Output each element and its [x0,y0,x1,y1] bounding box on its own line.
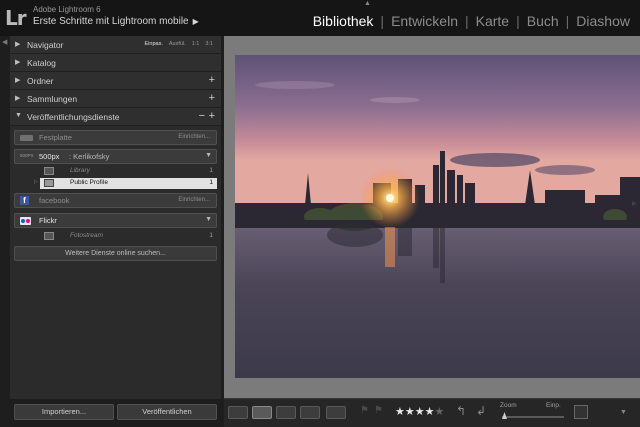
crop-icon[interactable] [574,405,588,419]
import-button[interactable]: Importieren... [14,404,114,420]
panel-label: Sammlungen [27,94,78,104]
hard-drive-icon [20,135,33,141]
expand-triangle-icon: ▶ [15,41,21,48]
collection-count: 1 [209,232,213,239]
collection-icon [44,167,54,175]
module-buch[interactable]: Buch [525,13,561,29]
panel-header-publish-services[interactable]: ▼ Veröffentlichungsdienste − + [10,108,221,126]
add-collection-plus-icon[interactable]: + [209,92,215,104]
city-sunset-photo [235,55,640,378]
module-diashow[interactable]: Diashow [574,13,632,29]
compare-view-icon[interactable] [276,406,296,419]
collection-icon [44,232,54,240]
rating-stars-filled: ★★★★ [395,406,435,418]
service-flickr[interactable]: Flickr ▼ [14,213,217,228]
left-panel: ▶ Navigator Einpas. Ausfül. 1:1 3:1 ▶ Ka… [10,36,221,427]
module-separator: | [380,13,385,29]
collapse-right-panel-icon[interactable]: ▶ [632,200,637,207]
toolbar-menu-triangle-icon[interactable]: ▼ [620,409,627,416]
publish-services-list: Festplatte Einrichten... 500PX 500px : K… [10,126,221,269]
service-name: Flickr [39,216,57,225]
collection-library[interactable]: Library 1 [40,166,217,177]
collection-name: Library [70,167,90,174]
collapse-left-panel-icon[interactable]: ◀ [2,38,7,46]
nav-mode-fill[interactable]: Ausfül. [169,41,186,47]
publish-button[interactable]: Veröffentlichen [117,404,217,420]
collection-count: 1 [209,167,213,174]
collection-fotostream[interactable]: Fotostream 1 [40,231,217,242]
survey-view-icon[interactable] [300,406,320,419]
add-folder-plus-icon[interactable]: + [209,74,215,86]
module-separator: | [565,13,570,29]
remove-minus-icon[interactable]: − [199,110,205,122]
zoom-slider[interactable] [502,416,564,418]
zoom-value: Einp. [546,402,561,409]
rotate-left-icon[interactable]: ↰ [456,404,466,418]
lightroom-logo: Lr [5,6,27,30]
panel-header-ordner[interactable]: ▶ Ordner + [10,72,221,90]
service-name: Festplatte [39,133,72,142]
dropdown-triangle-icon[interactable]: ▼ [205,216,212,223]
find-more-services-button[interactable]: Weitere Dienste online suchen... [14,246,217,261]
facebook-icon: f [20,196,29,205]
zoom-label: Zoom [500,402,517,409]
photo-loupe[interactable] [235,55,640,378]
module-entwickeln[interactable]: Entwickeln [389,13,460,29]
module-bibliothek[interactable]: Bibliothek [311,13,376,29]
people-view-icon[interactable] [326,406,346,419]
setup-festplatte-link[interactable]: Einrichten... [178,134,210,140]
collection-icon [44,179,54,187]
service-name: facebook [39,196,70,205]
loupe-view-icon[interactable] [252,406,272,419]
panel-header-katalog[interactable]: ▶ Katalog [10,54,221,72]
setup-facebook-link[interactable]: Einrichten... [178,197,210,203]
collection-count: 1 [209,179,213,186]
service-facebook[interactable]: f facebook Einrichten... [14,193,217,208]
panel-label: Katalog [27,58,56,68]
flag-icon[interactable]: ⚑ [360,405,369,416]
flickr-icon [20,217,31,225]
expand-triangle-icon: ▶ [15,77,21,84]
star-rating[interactable]: ★★★★★ [395,405,444,418]
expand-caret-icon[interactable]: ▷ [34,179,38,185]
500px-logo-icon: 500PX [20,153,34,158]
service-festplatte[interactable]: Festplatte Einrichten... [14,130,217,145]
collection-name: Fotostream [70,232,103,239]
app-name: Adobe Lightroom 6 [33,5,101,14]
module-picker: Bibliothek | Entwickeln | Karte | Buch |… [311,13,632,29]
collection-name: Public Profile [70,179,108,186]
expand-triangle-icon: ▶ [15,95,21,102]
activity-center-title[interactable]: Erste Schritte mit Lightroom mobile ▶ [33,16,199,27]
dropdown-triangle-icon[interactable]: ▼ [205,152,212,159]
service-user: : Kerlikofsky [69,152,110,161]
service-500px[interactable]: 500PX 500px : Kerlikofsky ▼ [14,149,217,164]
reject-flag-icon[interactable]: ⚑ [374,405,383,416]
expand-triangle-icon: ▶ [15,59,21,66]
nav-mode-fit[interactable]: Einpas. [145,41,163,47]
panel-header-navigator[interactable]: ▶ Navigator Einpas. Ausfül. 1:1 3:1 [10,36,221,54]
nav-mode-1-1[interactable]: 1:1 [192,41,200,47]
panel-label: Veröffentlichungsdienste [27,112,120,122]
panel-label: Navigator [27,40,64,50]
module-separator: | [516,13,520,29]
play-triangle-icon[interactable]: ▶ [193,17,199,26]
collapse-top-panel-icon[interactable]: ▲ [364,0,371,7]
collection-public-profile[interactable]: ▷ Public Profile 1 [34,178,217,189]
collapse-triangle-icon: ▼ [15,112,22,119]
identity-plate: Lr Adobe Lightroom 6 Erste Schritte mit … [0,0,640,36]
grid-view-icon[interactable] [228,406,248,419]
module-karte[interactable]: Karte [474,13,511,29]
activity-title-label: Erste Schritte mit Lightroom mobile [33,16,189,27]
rotate-right-icon[interactable]: ↲ [476,404,486,418]
module-separator: | [464,13,469,29]
navigator-zoom-modes: Einpas. Ausfül. 1:1 3:1 [145,41,214,47]
rating-star-empty: ★ [434,406,445,418]
nav-mode-3-1[interactable]: 3:1 [205,41,213,47]
panel-label: Ordner [27,76,54,86]
panel-header-sammlungen[interactable]: ▶ Sammlungen + [10,90,221,108]
add-service-plus-icon[interactable]: + [209,110,215,122]
left-panel-buttons: Importieren... Veröffentlichen [10,399,221,427]
service-name: 500px [39,152,60,161]
bottom-toolbar: ⚑ ⚑ ★★★★★ ↰ ↲ Zoom Einp. ▼ [224,398,640,427]
